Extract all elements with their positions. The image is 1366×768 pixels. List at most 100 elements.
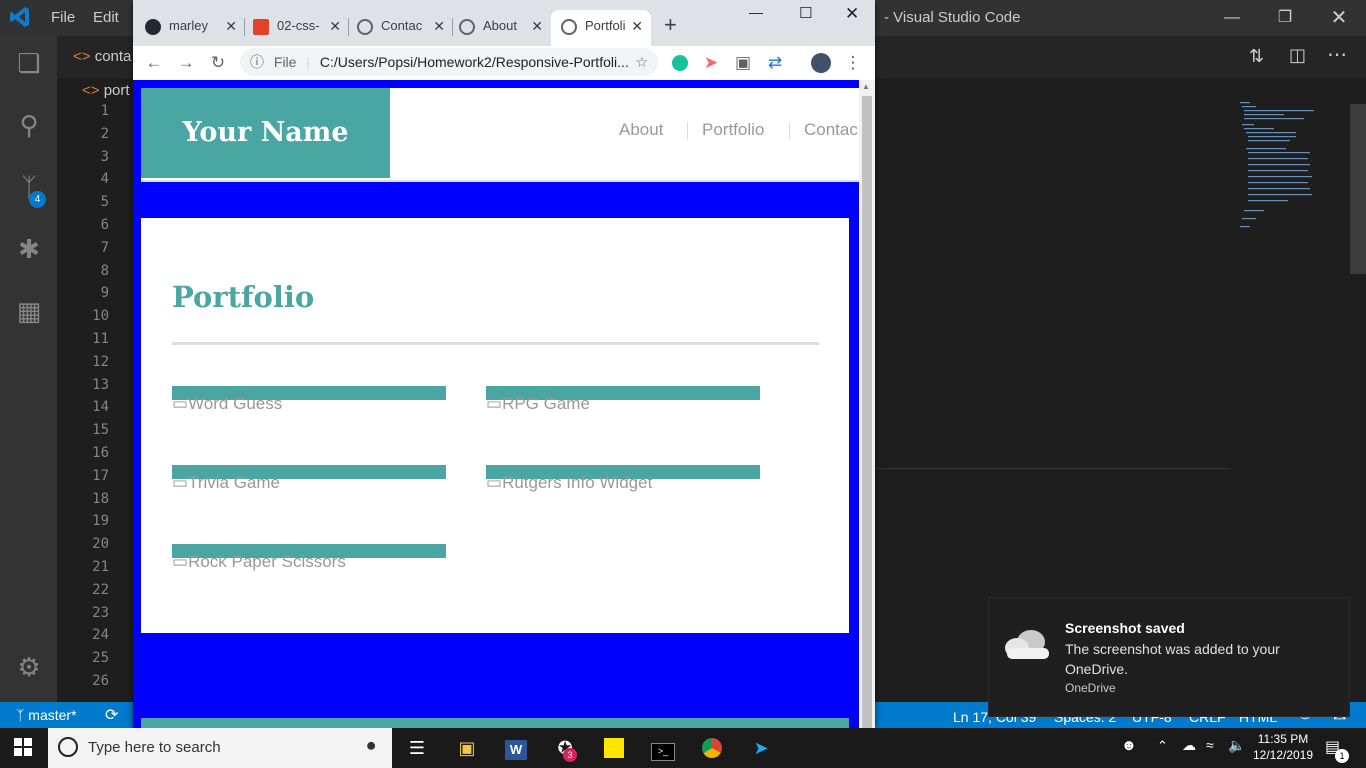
bookmark-star-icon[interactable]: ☆ bbox=[635, 48, 648, 76]
close-icon[interactable]: ✕ bbox=[1319, 6, 1359, 30]
vscode-window-title: - Visual Studio Code bbox=[884, 9, 1021, 26]
tab-close-icon[interactable]: ✕ bbox=[225, 10, 237, 42]
nav-link-contact[interactable]: Contac bbox=[804, 120, 858, 140]
git-branch-status[interactable]: ᛉ master* bbox=[16, 707, 77, 723]
wifi-icon[interactable]: ≈ bbox=[1206, 737, 1214, 753]
reload-icon[interactable]: ↻ bbox=[206, 51, 230, 75]
screen-capture-icon[interactable]: ▣ bbox=[731, 51, 755, 75]
chrome-menu-icon[interactable]: ⋮ bbox=[841, 51, 865, 75]
vscode-breadcrumb[interactable]: <> port bbox=[82, 82, 130, 99]
profile-avatar[interactable] bbox=[809, 51, 833, 75]
tab-close-icon[interactable]: ✕ bbox=[433, 10, 445, 42]
chrome-taskbar-icon[interactable] bbox=[698, 734, 726, 762]
chrome-minimize-icon[interactable]: — bbox=[749, 4, 763, 20]
project-label: ▭Rutgers Info Widget bbox=[486, 473, 653, 492]
chrome-tab-contact[interactable]: Contac ✕ bbox=[357, 10, 453, 46]
chrome-tab-portfolio[interactable]: Portfoli ✕ bbox=[551, 10, 651, 46]
settings-gear-icon[interactable]: ⚙ bbox=[12, 650, 46, 684]
sync-icon[interactable]: ⟳ bbox=[105, 705, 118, 725]
panel-divider bbox=[875, 468, 1231, 469]
microphone-icon[interactable]: ⚫ bbox=[364, 737, 378, 757]
show-hidden-icons-chevron-icon[interactable]: ⌃ bbox=[1157, 738, 1168, 754]
heading-divider bbox=[172, 342, 819, 345]
line-number: 21 bbox=[92, 558, 109, 575]
onedrive-cloud-icon bbox=[1003, 628, 1051, 665]
restore-icon[interactable]: ❐ bbox=[1265, 6, 1305, 30]
sticky-notes-icon[interactable] bbox=[600, 734, 628, 762]
file-explorer-icon[interactable]: ▣ bbox=[453, 734, 481, 762]
minimap[interactable] bbox=[1236, 100, 1356, 235]
address-bar[interactable]: ⓘ File | C:/Users/Popsi/Homework2/Respon… bbox=[240, 48, 658, 76]
taskbar-search-box[interactable]: Type here to search ⚫ bbox=[48, 728, 392, 768]
chrome-toolbar: ← → ↻ ⓘ File | C:/Users/Popsi/Homework2/… bbox=[133, 46, 875, 80]
project-item[interactable]: ▭Rock Paper Scissors bbox=[172, 544, 446, 571]
split-editor-icon[interactable]: ◫ bbox=[1289, 45, 1306, 66]
vscode-menu-file[interactable]: File bbox=[51, 9, 75, 26]
vscode-taskbar-icon[interactable]: ➤ bbox=[747, 734, 775, 762]
more-actions-icon[interactable]: ⋯ bbox=[1327, 42, 1347, 67]
task-view-icon[interactable]: ☰ bbox=[403, 734, 431, 762]
line-number: 5 bbox=[100, 194, 109, 211]
html-file-icon: <> bbox=[82, 82, 100, 99]
terminal-icon[interactable]: >_ bbox=[649, 734, 677, 762]
line-number: 16 bbox=[92, 444, 109, 461]
onedrive-toast[interactable]: Screenshot saved The screenshot was adde… bbox=[988, 597, 1350, 717]
portfolio-card: Portfolio ▭Word Guess ▭RPG Game ▭Trivia … bbox=[141, 218, 849, 633]
project-item[interactable]: ▭Word Guess bbox=[172, 386, 446, 413]
vscode-logo-icon bbox=[10, 6, 30, 28]
portfolio-heading: Portfolio bbox=[172, 280, 315, 314]
chrome-close-icon[interactable]: ✕ bbox=[845, 4, 859, 24]
project-label: ▭Trivia Game bbox=[172, 473, 281, 492]
tab-close-icon[interactable]: ✕ bbox=[631, 10, 643, 42]
toast-message: The screenshot was added to your OneDriv… bbox=[1065, 641, 1280, 677]
project-item[interactable]: ▭Rutgers Info Widget bbox=[486, 465, 760, 492]
extensions-icon[interactable]: ▦ bbox=[12, 294, 46, 328]
line-number: 18 bbox=[92, 490, 109, 507]
minimize-icon[interactable]: — bbox=[1212, 6, 1252, 30]
search-icon[interactable]: ⚲ bbox=[12, 108, 46, 142]
project-label: ▭Word Guess bbox=[172, 394, 283, 413]
forward-arrow-icon[interactable]: → bbox=[174, 51, 198, 75]
page-scrollbar-thumb[interactable] bbox=[862, 96, 872, 728]
debug-icon[interactable]: ✱ bbox=[12, 232, 46, 266]
tab-close-icon[interactable]: ✕ bbox=[329, 10, 341, 42]
compare-changes-icon[interactable]: ⇅ bbox=[1249, 46, 1264, 67]
extension-arrows-icon[interactable]: ➤ bbox=[699, 51, 723, 75]
line-number: 14 bbox=[92, 399, 109, 416]
grammarly-icon[interactable] bbox=[668, 51, 692, 75]
chrome-tab-gitlab[interactable]: 02-css- ✕ bbox=[253, 10, 349, 46]
globe-icon bbox=[561, 18, 577, 35]
people-icon[interactable]: ☻ bbox=[1121, 737, 1137, 754]
chrome-maximize-icon[interactable]: ☐ bbox=[799, 4, 812, 22]
chrome-tab-github[interactable]: marley ✕ bbox=[145, 10, 245, 46]
volume-icon[interactable]: 🔈 bbox=[1228, 737, 1245, 754]
git-branch-icon: ᛉ bbox=[16, 707, 25, 723]
back-arrow-icon[interactable]: ← bbox=[142, 51, 166, 75]
vscode-tab-contact[interactable]: <> conta bbox=[73, 48, 131, 65]
explorer-icon[interactable]: ❏ bbox=[12, 46, 46, 80]
nav-link-portfolio[interactable]: Portfolio bbox=[702, 120, 764, 140]
project-label: ▭Rock Paper Scissors bbox=[172, 552, 346, 571]
chrome-tab-about[interactable]: About ✕ bbox=[459, 10, 551, 46]
project-item[interactable]: ▭RPG Game bbox=[486, 386, 760, 413]
extension-swap-icon[interactable]: ⇄ bbox=[763, 51, 787, 75]
windows-taskbar: Type here to search ⚫ ☰ ▣ W ✪ 3 >_ ➤ ☻ ⌃… bbox=[0, 728, 1366, 768]
toast-source: OneDrive bbox=[1065, 681, 1116, 695]
onedrive-tray-icon[interactable]: ☁ bbox=[1182, 737, 1196, 754]
site-logo[interactable]: Your Name bbox=[141, 88, 390, 178]
nav-link-about[interactable]: About bbox=[619, 120, 663, 140]
new-tab-button[interactable]: + bbox=[664, 12, 677, 38]
project-item[interactable]: ▭Trivia Game bbox=[172, 465, 446, 492]
github-icon bbox=[145, 18, 161, 35]
vscode-menu-edit[interactable]: Edit bbox=[93, 9, 119, 26]
vscode-scrollbar[interactable] bbox=[1350, 104, 1366, 274]
word-icon[interactable]: W bbox=[502, 734, 530, 762]
address-url: C:/Users/Popsi/Homework2/Responsive-Port… bbox=[319, 54, 629, 70]
system-clock[interactable]: 11:35 PM 12/12/2019 bbox=[1248, 731, 1318, 763]
tab-close-icon[interactable]: ✕ bbox=[531, 10, 543, 42]
windows-start-icon[interactable] bbox=[14, 738, 32, 761]
scroll-up-arrow-icon[interactable]: ▲ bbox=[862, 82, 870, 91]
web-viewport: Your Name About Portfolio Contac Portfol… bbox=[133, 80, 859, 728]
scm-badge: 4 bbox=[29, 191, 46, 208]
line-number: 15 bbox=[92, 422, 109, 439]
